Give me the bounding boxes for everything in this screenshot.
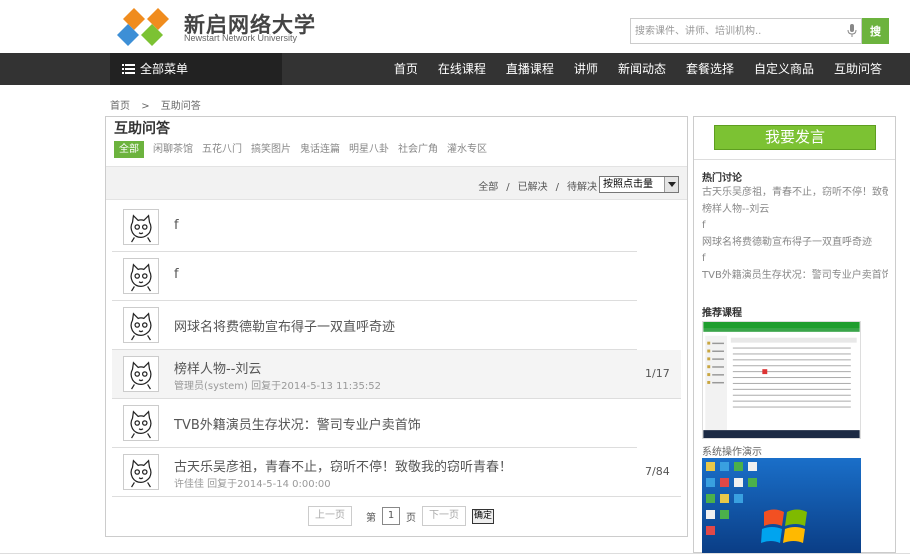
course-thumbnail[interactable] <box>702 458 861 554</box>
sidebar: 我要发言 热门讨论 古天乐吴彦祖，青春不止，窃听不停！致敬 榜样人物--刘云 f… <box>693 116 896 554</box>
tab-water-zone[interactable]: 灌水专区 <box>447 141 487 158</box>
filter-resolved[interactable]: 已解决 <box>518 182 548 193</box>
nav-link-qa[interactable]: 互助问答 <box>834 53 882 85</box>
hot-item[interactable]: 网球名将费德勒宣布得子一双直呼奇迹 <box>702 235 888 252</box>
filter-pending[interactable]: 待解决 <box>567 182 597 193</box>
tab-miscellaneous[interactable]: 五花八门 <box>202 141 242 158</box>
filter-separator: / <box>555 182 559 193</box>
breadcrumb: 首页 > 互助问答 <box>110 97 209 112</box>
topic-list: f f 网球名将费德勒宣布得子一双直呼奇迹 榜样人物--刘云 管理员(syste… <box>112 203 681 497</box>
page-label: 页 <box>406 512 416 524</box>
topic-title[interactable]: TVB外籍演员生存状况：警司专业户卖首饰 <box>174 414 421 433</box>
topic-title[interactable]: f <box>174 218 179 233</box>
hot-item[interactable]: 古天乐吴彦祖，青春不止，窃听不停！致敬 <box>702 185 888 202</box>
topic-title[interactable]: 网球名将费德勒宣布得子一双直呼奇迹 <box>174 316 395 335</box>
nav-link-online-courses[interactable]: 在线课程 <box>438 53 486 85</box>
status-filters: 全部 / 已解决 / 待解决 <box>478 178 597 193</box>
nav-link-news[interactable]: 新闻动态 <box>618 53 666 85</box>
topic-row[interactable]: 榜样人物--刘云 管理员(system) 回复于2014-5-13 11:35:… <box>112 350 681 399</box>
topic-title[interactable]: 古天乐吴彦祖，青春不止，窃听不停！致敬我的窃听青春！ <box>174 456 512 475</box>
hot-discussions-list: 古天乐吴彦祖，青春不止，窃听不停！致敬 榜样人物--刘云 f 网球名将费德勒宣布… <box>702 185 888 284</box>
pagination: 上一页 第 1 页 下一页 确定 <box>308 506 495 526</box>
tab-celebrity-gossip[interactable]: 明星八卦 <box>349 141 389 158</box>
topic-reply-meta: 管理员(system) 回复于2014-5-13 11:35:52 <box>174 381 381 392</box>
topic-row[interactable]: f <box>112 203 637 252</box>
topic-row[interactable]: 古天乐吴彦祖，青春不止，窃听不停！致敬我的窃听青春！ 许佳佳 回复于2014-5… <box>112 448 681 497</box>
tab-ghost-stories[interactable]: 鬼话连篇 <box>300 141 340 158</box>
chevron-down-icon[interactable] <box>664 177 678 192</box>
page-title: 互助问答 <box>114 121 170 137</box>
page-number-input[interactable]: 1 <box>382 507 400 525</box>
topic-title[interactable]: f <box>174 267 179 282</box>
sort-select[interactable]: 按照点击量 <box>599 176 679 193</box>
topic-row[interactable]: TVB外籍演员生存状况：警司专业户卖首饰 <box>112 399 637 448</box>
menu-icon <box>122 64 135 74</box>
avatar[interactable] <box>123 307 159 343</box>
avatar[interactable] <box>123 405 159 441</box>
tab-society[interactable]: 社会广角 <box>398 141 438 158</box>
category-tabs: 全部 闲聊茶馆 五花八门 搞笑图片 鬼话连篇 明星八卦 社会广角 灌水专区 <box>114 141 496 158</box>
filter-all[interactable]: 全部 <box>478 182 498 193</box>
breadcrumb-current: 互助问答 <box>160 101 201 112</box>
hot-item[interactable]: f <box>702 251 888 268</box>
breadcrumb-separator: > <box>141 101 150 112</box>
nav-link-custom-goods[interactable]: 自定义商品 <box>754 53 814 85</box>
next-page-button[interactable]: 下一页 <box>422 506 466 526</box>
page-label: 第 <box>366 512 376 524</box>
nav-link-teachers[interactable]: 讲师 <box>574 53 598 85</box>
post-question-button[interactable]: 我要发言 <box>714 125 876 150</box>
nav-link-home[interactable]: 首页 <box>394 53 418 85</box>
all-menu-label: 全部菜单 <box>140 62 189 76</box>
sort-selected-value: 按照点击量 <box>603 179 653 190</box>
hot-item[interactable]: 榜样人物--刘云 <box>702 202 888 219</box>
nav-link-packages[interactable]: 套餐选择 <box>686 53 734 85</box>
hot-item[interactable]: f <box>702 218 888 235</box>
nav-link-live-courses[interactable]: 直播课程 <box>506 53 554 85</box>
avatar[interactable] <box>123 209 159 245</box>
prev-page-button[interactable]: 上一页 <box>308 506 352 526</box>
course-caption[interactable]: 系统操作演示 <box>702 443 762 458</box>
go-button[interactable]: 确定 <box>472 508 495 524</box>
tab-funny-pictures[interactable]: 搞笑图片 <box>251 141 291 158</box>
filter-separator: / <box>506 182 510 193</box>
qa-panel: 互助问答 全部 闲聊茶馆 五花八门 搞笑图片 鬼话连篇 明星八卦 社会广角 灌水… <box>105 116 688 537</box>
course-thumbnail[interactable] <box>702 321 861 439</box>
topic-reply-meta: 许佳佳 回复于2014-5-14 0:00:00 <box>174 479 331 490</box>
avatar[interactable] <box>123 356 159 392</box>
hot-discussions-title: 热门讨论 <box>702 173 742 184</box>
main-nav: 全部菜单 首页 在线课程 直播课程 讲师 新闻动态 套餐选择 自定义商品 互助问… <box>0 53 910 85</box>
topic-title[interactable]: 榜样人物--刘云 <box>174 358 261 377</box>
tab-all[interactable]: 全部 <box>114 141 144 158</box>
topic-row[interactable]: f <box>112 252 637 301</box>
reply-view-count: 1/17 <box>645 367 670 380</box>
avatar[interactable] <box>123 454 159 490</box>
nav-links: 首页 在线课程 直播课程 讲师 新闻动态 套餐选择 自定义商品 互助问答 <box>374 53 882 85</box>
search-input[interactable] <box>631 19 843 43</box>
filter-bar: 全部 / 已解决 / 待解决 按照点击量 <box>106 166 687 200</box>
topic-row[interactable]: 网球名将费德勒宣布得子一双直呼奇迹 <box>112 301 637 350</box>
search-button[interactable]: 搜 <box>862 18 889 44</box>
avatar[interactable] <box>123 258 159 294</box>
logo-icon[interactable] <box>116 8 176 46</box>
hot-item[interactable]: TVB外籍演员生存状况：警司专业户卖首饰 <box>702 268 888 285</box>
all-menu-button[interactable]: 全部菜单 <box>110 53 282 85</box>
breadcrumb-home[interactable]: 首页 <box>110 101 130 112</box>
tab-teahouse[interactable]: 闲聊茶馆 <box>153 141 193 158</box>
search-box <box>630 18 862 44</box>
mic-icon[interactable] <box>847 24 857 38</box>
brand-subtitle: Newstart Network University <box>184 33 298 43</box>
recommended-courses-title: 推荐课程 <box>702 308 742 319</box>
reply-view-count: 7/84 <box>645 465 670 478</box>
footer-divider <box>0 553 910 554</box>
header: 新启网络大学 Newstart Network University 搜 <box>0 0 910 53</box>
divider <box>694 159 895 160</box>
